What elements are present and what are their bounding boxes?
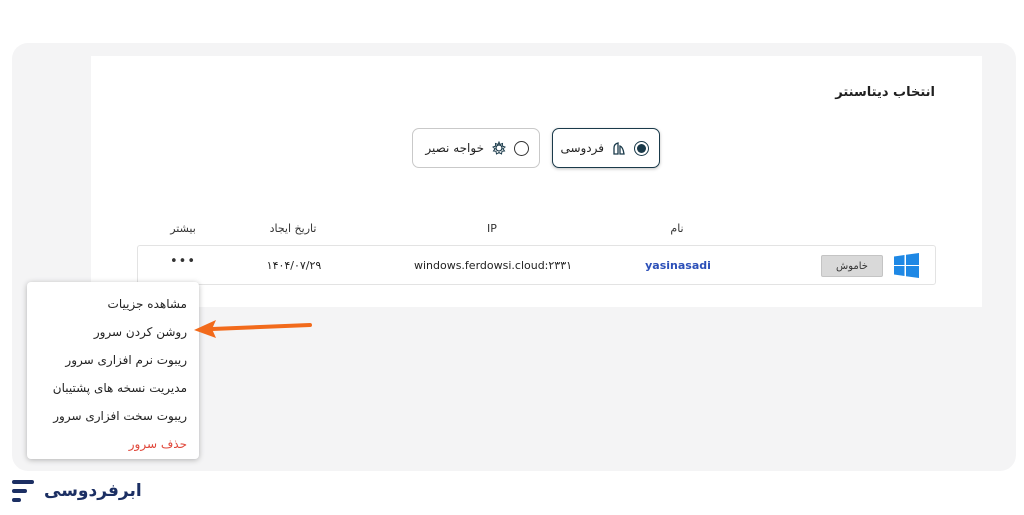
menu-item-manage-backups[interactable]: مدیریت نسخه های پشتیبان bbox=[27, 374, 199, 402]
column-header-created: تاریخ ایجاد bbox=[269, 222, 317, 235]
server-actions-menu: مشاهده جزییات روشن کردن سرور ریبوت نرم ا… bbox=[27, 282, 199, 459]
brand-icon bbox=[12, 480, 34, 502]
server-created-date: ۱۴۰۴/۰۷/۲۹ bbox=[266, 259, 322, 272]
datacenter-option-khajeh-nasir[interactable]: خواجه نصیر bbox=[412, 128, 540, 168]
menu-item-soft-reboot[interactable]: ریبوت نرم افزاری سرور bbox=[27, 346, 199, 374]
column-header-name: نام bbox=[670, 222, 684, 235]
datacenter-panel: انتخاب دیتاسنتر فردوسی خواجه نصیر نام IP… bbox=[91, 56, 982, 307]
datacenter-option-ferdowsi[interactable]: فردوسی bbox=[552, 128, 660, 168]
status-badge: خاموش bbox=[821, 255, 883, 277]
windows-icon bbox=[894, 253, 919, 278]
panel-title: انتخاب دیتاسنتر bbox=[835, 85, 935, 100]
menu-item-hard-reboot[interactable]: ریبوت سخت افزاری سرور bbox=[27, 402, 199, 430]
server-name-link[interactable]: yasinasadi bbox=[645, 259, 711, 272]
radio-selected-icon[interactable] bbox=[634, 140, 649, 156]
ferdowsi-icon bbox=[613, 142, 625, 155]
khajeh-nasir-icon bbox=[492, 141, 506, 155]
table-row: خاموش yasinasadi windows.ferdowsi.cloud:… bbox=[137, 245, 936, 285]
radio-unselected-icon[interactable] bbox=[514, 140, 529, 156]
brand-name: ابرفردوسی bbox=[44, 481, 142, 501]
menu-item-view-details[interactable]: مشاهده جزییات bbox=[27, 290, 199, 318]
menu-item-delete-server[interactable]: حذف سرور bbox=[27, 430, 199, 458]
brand-logo: ابرفردوسی bbox=[12, 476, 142, 506]
column-header-ip: IP bbox=[487, 222, 497, 235]
datacenter-label: فردوسی bbox=[560, 141, 604, 155]
more-actions-button[interactable]: ••• bbox=[170, 254, 196, 269]
column-header-more: بیشتر bbox=[170, 222, 196, 235]
menu-item-power-on[interactable]: روشن کردن سرور bbox=[27, 318, 199, 346]
datacenter-label: خواجه نصیر bbox=[425, 141, 484, 155]
server-ip: windows.ferdowsi.cloud:۲۳۳۱ bbox=[413, 259, 573, 272]
pointer-arrow-icon bbox=[194, 320, 312, 338]
